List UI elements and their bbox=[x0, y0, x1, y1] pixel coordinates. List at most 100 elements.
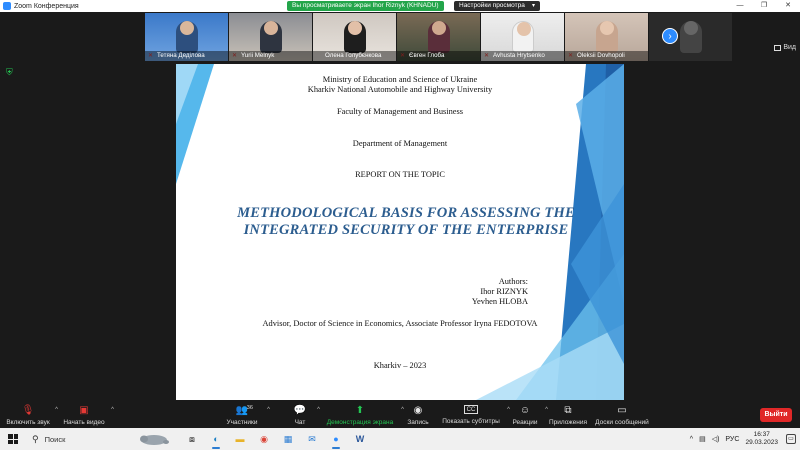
mic-off-icon: 🎙 bbox=[21, 405, 35, 416]
video-strip: ✕ Тетяна Деділова ✕ Yurii Melnyk Олена Г… bbox=[145, 13, 733, 61]
slide-headline-line1: METHODOLOGICAL BASIS FOR ASSESSING THE bbox=[237, 205, 575, 221]
share-screen-icon: ⬆ bbox=[355, 405, 365, 416]
captions-button[interactable]: CC Показать субтитры ^ bbox=[440, 405, 510, 425]
zoom-logo-icon bbox=[3, 2, 11, 10]
participant-name: Yurii Melnyk bbox=[229, 51, 312, 61]
chevron-down-icon: ▾ bbox=[531, 3, 535, 9]
search-highlight-manatee-icon bbox=[140, 435, 169, 445]
share-screen-label: Демонстрация экрана bbox=[326, 419, 394, 426]
grid-view-icon bbox=[774, 44, 782, 51]
apps-button[interactable]: ⧉ Приложения bbox=[548, 405, 588, 426]
search-icon: ⚲ bbox=[32, 433, 39, 444]
chevron-up-icon: ^ bbox=[111, 407, 114, 413]
zoom-taskbar-icon[interactable]: ● bbox=[326, 431, 346, 449]
record-icon: ◉ bbox=[413, 405, 423, 416]
chevron-up-icon: ^ bbox=[317, 407, 320, 413]
shield-icon[interactable]: ⛨ bbox=[6, 68, 15, 77]
edge-icon[interactable]: ◐ bbox=[206, 431, 226, 449]
participant-tile[interactable]: Олена Голубєнкова bbox=[313, 13, 396, 61]
participant-name: Євген Глоба bbox=[397, 51, 480, 61]
minimize-icon[interactable]: — bbox=[728, 0, 752, 12]
taskbar-apps: ⧈ ◐ ▬ ◉ ▦ ✉ ● W bbox=[182, 431, 370, 449]
start-video-button[interactable]: ▣ Начать видео ^ bbox=[62, 405, 114, 426]
participant-tile[interactable]: ✕ Oleksii Dovhopoli bbox=[565, 13, 648, 61]
participant-tile[interactable]: ✕ Avhusta Hrytsenko bbox=[481, 13, 564, 61]
record-button[interactable]: ◉ Запись bbox=[404, 405, 432, 426]
file-explorer-icon[interactable]: ▬ bbox=[230, 431, 250, 447]
clock-time: 16:37 bbox=[753, 431, 770, 438]
window-controls: — ❐ ✕ bbox=[728, 0, 800, 12]
chevron-up-icon: ^ bbox=[55, 407, 58, 413]
whiteboards-button[interactable]: ▭ Доски сообщений bbox=[594, 405, 650, 426]
leave-button[interactable]: Выйти bbox=[760, 408, 792, 422]
slide-department: Department of Management bbox=[352, 139, 448, 148]
apps-icon: ⧉ bbox=[564, 405, 572, 416]
slide-author2: Yevhen HLOBA bbox=[471, 297, 528, 306]
apps-label: Приложения bbox=[548, 419, 588, 426]
participant-tile[interactable]: ✕ Yurii Melnyk bbox=[229, 13, 312, 61]
taskbar-clock[interactable]: 16:37 29.03.2023 bbox=[745, 431, 778, 447]
notifications-icon[interactable]: ▭ bbox=[786, 434, 796, 444]
reactions-label: Реакции bbox=[512, 419, 538, 426]
taskbar-search[interactable]: ⚲ Поиск bbox=[26, 431, 176, 447]
participant-tile[interactable]: ✕ Тетяна Деділова bbox=[145, 13, 228, 61]
view-label: Вид bbox=[783, 44, 796, 51]
view-settings-label: Настройки просмотра bbox=[459, 2, 525, 9]
participants-icon: 👥 bbox=[235, 405, 249, 416]
close-icon[interactable]: ✕ bbox=[776, 0, 800, 12]
window-title: Zoom Конференция bbox=[14, 2, 79, 10]
chat-button[interactable]: 💬 Чат ^ bbox=[288, 405, 320, 426]
zoom-window: Zoom Конференция Вы просматриваете экран… bbox=[0, 0, 800, 450]
windows-start-icon[interactable] bbox=[8, 434, 18, 444]
language-indicator[interactable]: РУС bbox=[725, 436, 739, 443]
search-placeholder: Поиск bbox=[44, 434, 66, 444]
participant-name: Олена Голубєнкова bbox=[313, 51, 396, 61]
system-tray: ^ ▤ ◁) РУС 16:37 29.03.2023 ▭ bbox=[690, 428, 800, 450]
windows-taskbar: ⚲ Поиск ⧈ ◐ ▬ ◉ ▦ ✉ ● W ^ ▤ ◁) РУС 16:37 bbox=[0, 428, 800, 450]
participants-button[interactable]: 👥 36 Участники ^ bbox=[222, 405, 270, 426]
slide-advisor: Advisor, Doctor of Science in Economics,… bbox=[262, 319, 538, 328]
shared-slide: Ministry of Education and Science of Ukr… bbox=[176, 64, 624, 400]
start-video-label: Начать видео bbox=[63, 419, 105, 426]
slide-report-label: REPORT ON THE TOPIC bbox=[355, 170, 445, 179]
participant-tile-speaking[interactable]: ✕ Євген Глоба bbox=[397, 13, 480, 61]
task-view-icon[interactable]: ⧈ bbox=[182, 431, 202, 447]
reactions-button[interactable]: ☺ Реакции ^ bbox=[510, 405, 548, 426]
video-off-icon: ▣ bbox=[79, 405, 89, 416]
slide-authors-label: Authors: bbox=[498, 277, 528, 286]
participants-label: Участники bbox=[226, 419, 258, 426]
unmute-button[interactable]: 🎙 Включить звук ^ bbox=[6, 405, 58, 426]
whiteboards-label: Доски сообщений bbox=[595, 419, 649, 426]
participant-name: Тетяна Деділова bbox=[145, 51, 228, 61]
chevron-up-icon: ^ bbox=[267, 407, 270, 413]
chevron-up-icon[interactable]: ^ bbox=[690, 436, 693, 443]
share-screen-button[interactable]: ⬆ Демонстрация экрана ^ bbox=[324, 405, 404, 426]
chat-icon: 💬 bbox=[293, 405, 307, 416]
chat-label: Чат bbox=[294, 419, 306, 426]
title-bar: Zoom Конференция Вы просматриваете экран… bbox=[0, 0, 800, 12]
slide-ministry: Ministry of Education and Science of Ukr… bbox=[322, 75, 478, 84]
record-label: Запись bbox=[407, 419, 429, 426]
store-icon[interactable]: ▦ bbox=[278, 431, 298, 447]
clock-date: 29.03.2023 bbox=[745, 439, 778, 446]
next-page-button[interactable]: › bbox=[662, 28, 678, 44]
view-settings-button[interactable]: Настройки просмотра ▾ bbox=[454, 1, 540, 11]
slide-faculty: Faculty of Management and Business bbox=[336, 107, 464, 116]
participants-count: 36 bbox=[246, 405, 253, 411]
captions-label: Показать субтитры bbox=[442, 418, 500, 425]
reactions-icon: ☺ bbox=[519, 405, 531, 416]
participant-name: Avhusta Hrytsenko bbox=[481, 51, 564, 61]
share-banner: Вы просматриваете экран Ihor Riznyk (KHN… bbox=[287, 1, 444, 11]
participant-name: Oleksii Dovhopoli bbox=[565, 51, 648, 61]
meeting-toolbar: 🎙 Включить звук ^ ▣ Начать видео ^ 👥 36 … bbox=[0, 401, 800, 428]
word-icon[interactable]: W bbox=[350, 431, 370, 447]
view-button[interactable]: Вид bbox=[774, 44, 796, 51]
mail-icon[interactable]: ✉ bbox=[302, 431, 322, 447]
whiteboard-icon: ▭ bbox=[617, 405, 627, 416]
chrome-icon[interactable]: ◉ bbox=[254, 431, 274, 447]
volume-icon[interactable]: ◁) bbox=[712, 435, 720, 443]
slide-place-year: Kharkiv – 2023 bbox=[373, 361, 427, 370]
slide-author1: Ihor RIZNYK bbox=[480, 287, 528, 296]
network-icon[interactable]: ▤ bbox=[699, 435, 706, 443]
maximize-icon[interactable]: ❐ bbox=[752, 0, 776, 12]
